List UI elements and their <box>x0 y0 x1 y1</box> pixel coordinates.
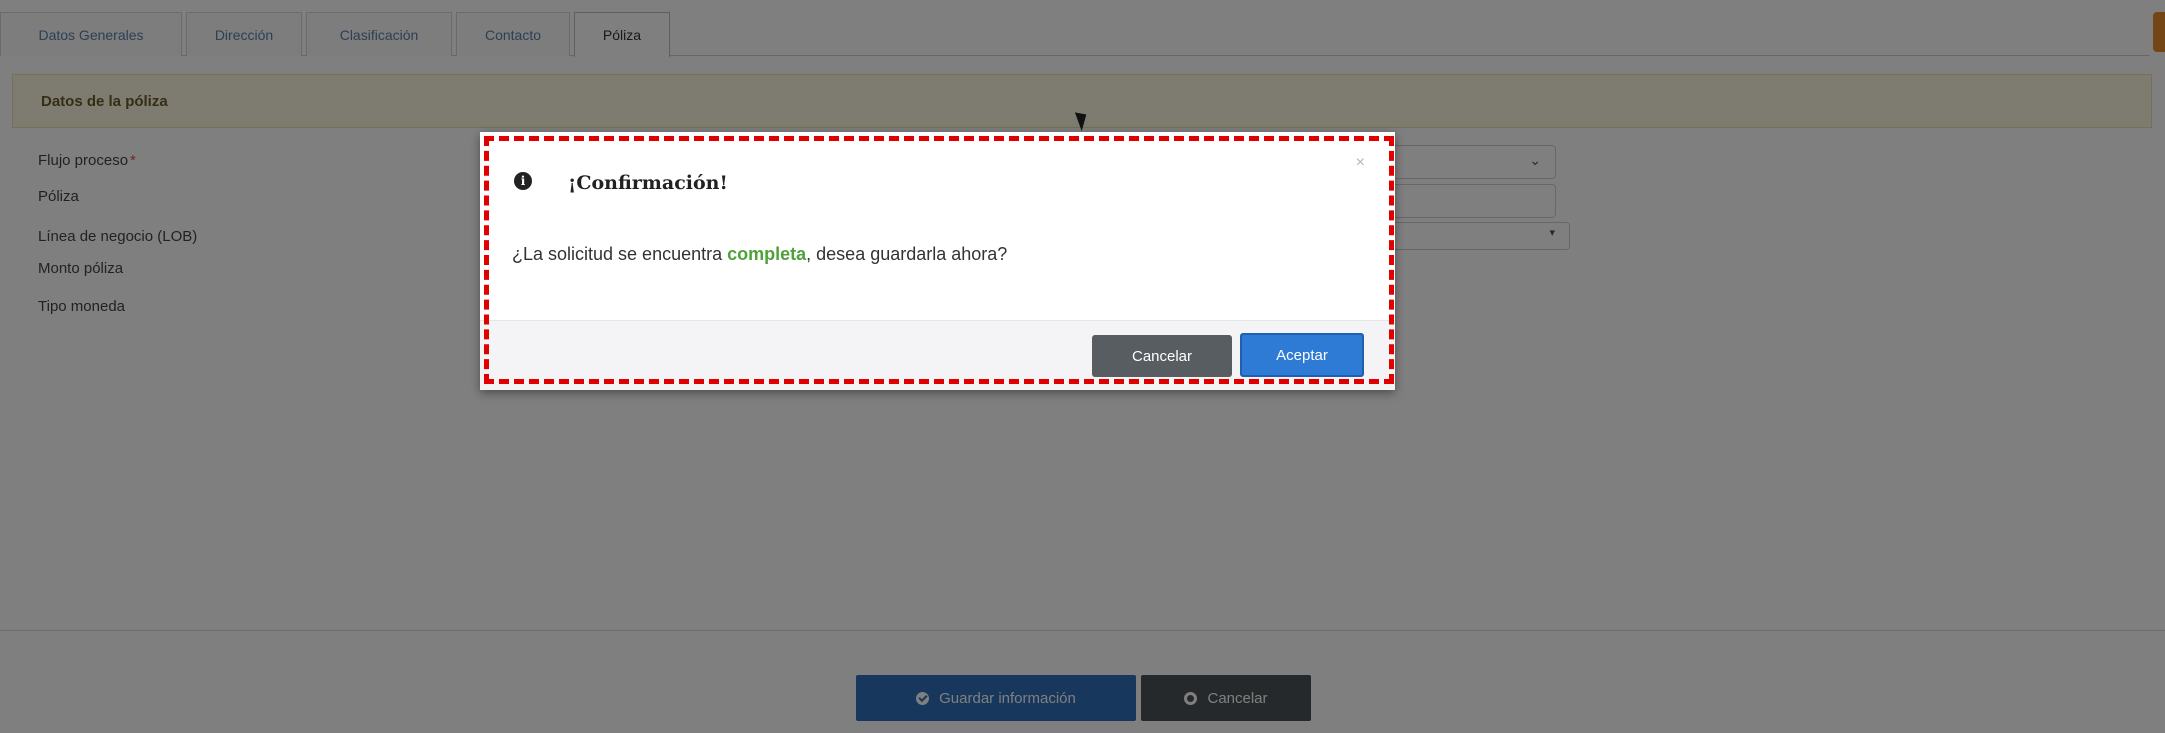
dialog-header: i ¡Confirmación! × <box>480 132 1395 204</box>
dialog-cancel-button[interactable]: Cancelar <box>1092 335 1232 377</box>
dialog-footer: Cancelar Aceptar <box>480 320 1395 390</box>
info-icon: i <box>514 172 532 190</box>
dialog-accept-button[interactable]: Aceptar <box>1240 333 1364 377</box>
dialog-message: ¿La solicitud se encuentra completa, des… <box>512 244 1007 265</box>
close-icon[interactable]: × <box>1356 154 1365 172</box>
confirmation-dialog: i ¡Confirmación! × ¿La solicitud se encu… <box>480 132 1395 390</box>
message-highlight: completa <box>727 244 807 264</box>
message-text-end: , desea guardarla ahora? <box>806 244 1008 264</box>
message-text-start: ¿La solicitud se encuentra <box>512 244 728 264</box>
dialog-title: ¡Confirmación! <box>568 172 728 194</box>
